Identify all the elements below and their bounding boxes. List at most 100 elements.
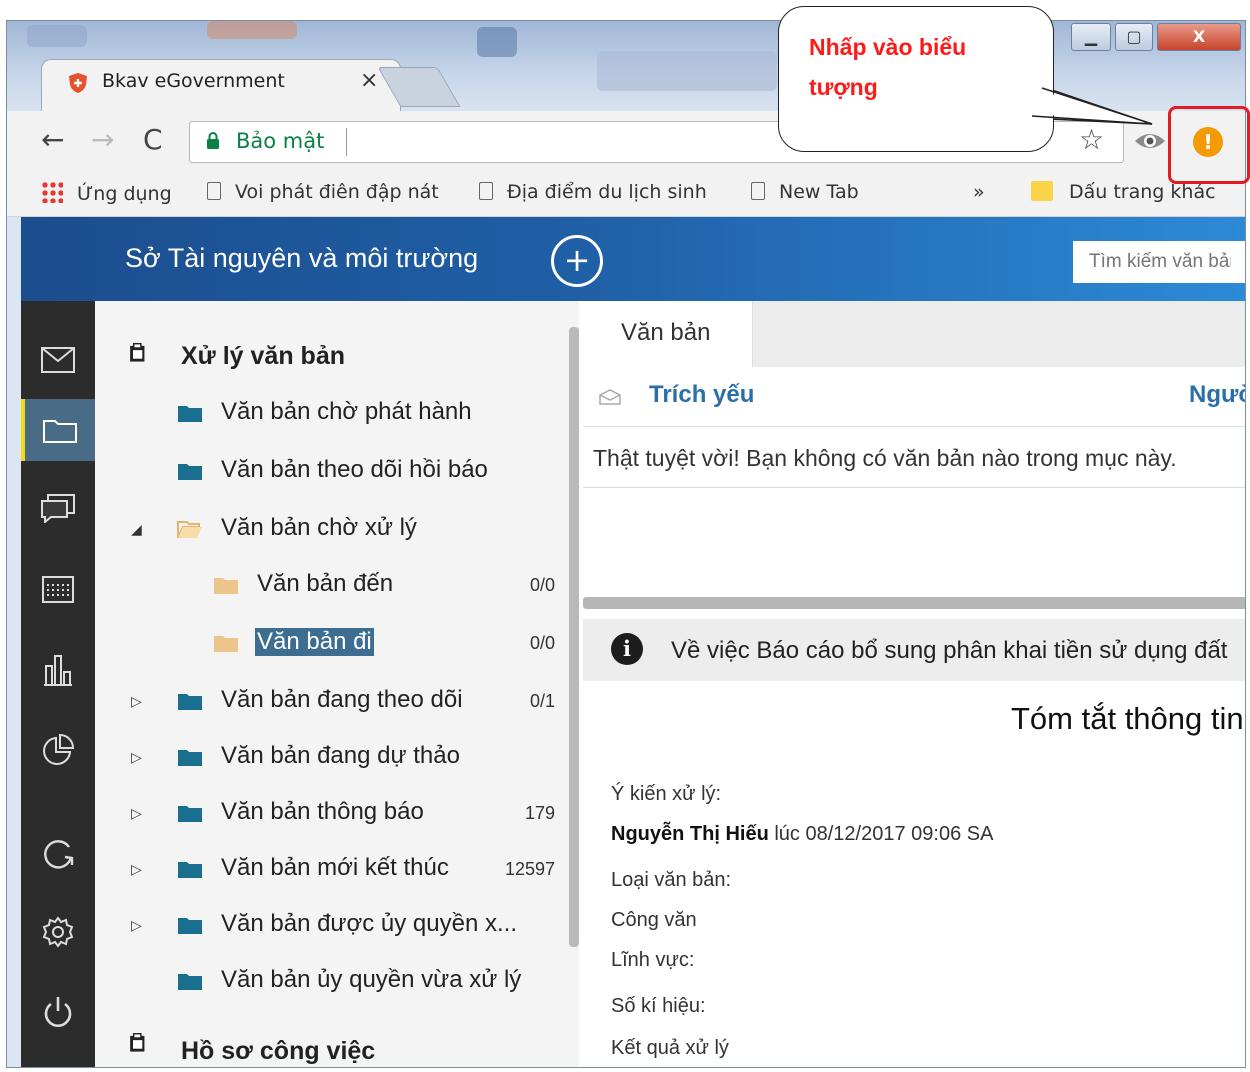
rail-calendar[interactable] bbox=[21, 557, 95, 619]
tree-section-header[interactable]: Hồ sơ công việc bbox=[95, 1027, 565, 1067]
tree-section-header[interactable]: Xử lý văn bản bbox=[95, 335, 565, 379]
document-subject: Về việc Báo cáo bổ sung phân khai tiền s… bbox=[671, 637, 1228, 664]
summary-title: Tóm tắt thông tin bbox=[1011, 701, 1244, 736]
expand-toggle-icon[interactable]: ▷ bbox=[131, 693, 142, 710]
annotation-callout: Nhấp vào biểu tượng bbox=[778, 6, 1054, 152]
rail-refresh[interactable] bbox=[21, 823, 95, 885]
tree-item-label: Văn bản đến bbox=[257, 570, 394, 597]
search-input[interactable] bbox=[1073, 241, 1245, 283]
expand-toggle-icon[interactable]: ▷ bbox=[131, 749, 142, 766]
pane-splitter[interactable] bbox=[583, 597, 1245, 609]
tree-item-label: Văn bản thông báo bbox=[221, 798, 424, 825]
tree-item-count: 12597 bbox=[504, 859, 555, 879]
gear-icon bbox=[42, 916, 74, 948]
callout-pointer bbox=[1029, 85, 1153, 125]
folder-icon bbox=[178, 406, 202, 422]
tree-item-count: 0/0 bbox=[529, 575, 555, 595]
opinion-label: Ý kiến xử lý: bbox=[611, 783, 722, 805]
tree-item[interactable]: ▷ Văn bản đang dự thảo bbox=[95, 735, 565, 779]
callout-text: Nhấp vào biểu tượng bbox=[809, 34, 967, 100]
calendar-icon bbox=[42, 576, 74, 603]
folder-icon bbox=[43, 420, 77, 443]
tree-item-label: Văn bản chờ xử lý bbox=[221, 514, 417, 541]
tree-scrollbar[interactable] bbox=[569, 327, 579, 947]
tree-item-label: Văn bản theo dõi hồi báo bbox=[221, 456, 488, 483]
folder-icon bbox=[178, 464, 202, 480]
folder-icon bbox=[214, 578, 238, 594]
pie-chart-icon bbox=[43, 734, 74, 765]
app-container: Sở Tài nguyên và môi trường + Tìm kiếm v… bbox=[21, 217, 1245, 1067]
folder-icon bbox=[178, 694, 202, 710]
tree-item[interactable]: Văn bản ủy quyền vừa xử lý bbox=[95, 959, 565, 1003]
doc-type-value: Công văn bbox=[611, 909, 697, 931]
rail-settings[interactable] bbox=[21, 901, 95, 963]
tree-item[interactable]: Văn bản đến 0/0 bbox=[95, 563, 565, 607]
bar-chart-icon bbox=[44, 655, 72, 686]
info-icon: i bbox=[611, 633, 643, 665]
table-header: Trích yếu Người bbox=[583, 367, 1245, 427]
column-header-summary[interactable]: Trích yếu bbox=[649, 381, 754, 409]
expand-toggle-icon[interactable]: ▷ bbox=[131, 805, 142, 822]
tab-documents[interactable]: Văn bản bbox=[583, 301, 753, 367]
opinion-author: Nguyễn Thị Hiếu bbox=[611, 823, 769, 845]
tree-item-label: Văn bản đi bbox=[255, 628, 374, 656]
rail-chat[interactable] bbox=[21, 477, 95, 539]
folder-icon bbox=[178, 974, 202, 990]
doc-type-label: Loại văn bản: bbox=[611, 869, 732, 891]
main-panel: Văn bản Trích yếu Người Thật tuyệt vời! … bbox=[583, 301, 1245, 1067]
result-label: Kết quả xử lý bbox=[611, 1037, 729, 1059]
tree-item[interactable]: ▷ Văn bản đang theo dõi 0/1 bbox=[95, 679, 565, 723]
tree-item[interactable]: Văn bản chờ phát hành bbox=[95, 391, 565, 435]
opinion-time: lúc 08/12/2017 09:06 SA bbox=[774, 823, 994, 845]
mail-icon bbox=[41, 347, 75, 373]
folder-open-icon bbox=[177, 521, 202, 539]
tree-item[interactable]: Văn bản theo dõi hồi báo bbox=[95, 449, 565, 493]
tree-item[interactable]: ▷ Văn bản thông báo 179 bbox=[95, 791, 565, 835]
tree-section-title: Xử lý văn bản bbox=[181, 342, 345, 370]
field-label: Lĩnh vực: bbox=[611, 949, 695, 971]
symbol-label: Số kí hiệu: bbox=[611, 995, 706, 1017]
refresh-icon bbox=[44, 840, 74, 869]
expand-toggle-icon[interactable]: ▷ bbox=[131, 917, 142, 934]
opinion-entry: Nguyễn Thị Hiếu lúc 08/12/2017 09:06 SA bbox=[611, 823, 993, 846]
tree-section-title: Hồ sơ công việc bbox=[181, 1037, 376, 1065]
tree-item-label: Văn bản chờ phát hành bbox=[221, 398, 472, 425]
empty-state-message: Thật tuyệt vời! Bạn không có văn bản nào… bbox=[593, 445, 1177, 471]
folder-icon bbox=[214, 636, 238, 652]
document-tree: Xử lý văn bản Văn bản chờ phát hành Văn … bbox=[95, 301, 579, 1067]
tree-item-count: 0/0 bbox=[529, 633, 555, 653]
tree-item-label: Văn bản đang theo dõi bbox=[221, 686, 463, 713]
rail-reports[interactable] bbox=[21, 719, 95, 781]
rail-statistics[interactable] bbox=[21, 639, 95, 701]
rail-mail[interactable] bbox=[21, 329, 95, 391]
chat-icon bbox=[41, 494, 75, 523]
collapse-toggle-icon[interactable]: ◢ bbox=[131, 521, 142, 538]
tree-item-count: 179 bbox=[524, 803, 555, 823]
tree-item[interactable]: ◢ Văn bản chờ xử lý bbox=[95, 507, 565, 551]
folder-icon bbox=[178, 750, 202, 766]
expand-toggle-icon[interactable]: ▷ bbox=[131, 861, 142, 878]
clipboard-icon bbox=[130, 343, 145, 362]
tree-item-label: Văn bản đang dự thảo bbox=[221, 742, 460, 769]
main-tabs: Văn bản bbox=[583, 301, 1245, 367]
app-header: Sở Tài nguyên và môi trường + bbox=[21, 217, 1245, 301]
tree-item-count: 0/1 bbox=[529, 691, 555, 711]
tree-item-selected[interactable]: Văn bản đi 0/0 bbox=[95, 621, 565, 665]
tree-item-label: Văn bản mới kết thúc bbox=[221, 854, 449, 881]
folder-icon bbox=[178, 918, 202, 934]
column-header-person[interactable]: Người bbox=[1189, 381, 1245, 409]
tree-item[interactable]: ▷ Văn bản mới kết thúc 12597 bbox=[95, 847, 565, 891]
highlight-box bbox=[1168, 106, 1250, 184]
tree-item[interactable]: ▷ Văn bản được ủy quyền x... bbox=[95, 903, 565, 947]
rail-documents[interactable] bbox=[21, 399, 95, 461]
tree-item-label: Văn bản được ủy quyền x... bbox=[221, 910, 517, 937]
folder-icon bbox=[178, 806, 202, 822]
power-icon bbox=[44, 997, 72, 1027]
envelope-icon bbox=[599, 389, 621, 405]
divider bbox=[583, 487, 1245, 488]
clipboard-icon bbox=[130, 1033, 145, 1052]
document-info-bar: i Về việc Báo cáo bổ sung phân khai tiền… bbox=[583, 619, 1245, 681]
add-button[interactable]: + bbox=[551, 235, 603, 287]
page-title: Sở Tài nguyên và môi trường bbox=[125, 243, 479, 273]
rail-logout[interactable] bbox=[21, 981, 95, 1043]
